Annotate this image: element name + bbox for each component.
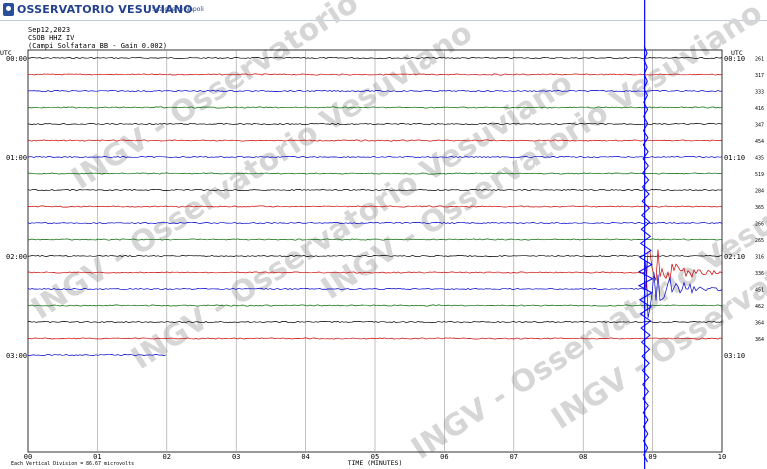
right-trace-value: 364 — [755, 321, 764, 327]
x-tick-label: 02 — [163, 453, 171, 461]
right-trace-value: 462 — [755, 304, 764, 310]
right-trace-value: 284 — [755, 189, 764, 195]
right-trace-value: 347 — [755, 123, 764, 129]
right-time-label: 00:10 — [724, 55, 745, 63]
right-trace-value: 265 — [755, 238, 764, 244]
x-tick-label: 01 — [93, 453, 101, 461]
right-trace-value: 435 — [755, 156, 764, 162]
right-time-label: 03:10 — [724, 352, 745, 360]
right-time-label: 02:10 — [724, 253, 745, 261]
left-time-label: 02:00 — [6, 253, 27, 261]
right-trace-value: 266 — [755, 222, 764, 228]
x-tick-label: 00 — [24, 453, 32, 461]
vertical-division-value: 86.67 microvolts — [86, 461, 135, 467]
right-trace-value: 317 — [755, 73, 764, 79]
right-trace-value: 451 — [755, 288, 764, 294]
right-trace-value: 333 — [755, 90, 764, 96]
right-trace-value: 336 — [755, 271, 764, 277]
right-trace-value: 416 — [755, 106, 764, 112]
left-time-label: 01:00 — [6, 154, 27, 162]
right-trace-value: 316 — [755, 255, 764, 261]
seismogram-plot: INGV - Osservatorio VesuvianoINGV - Osse… — [0, 0, 767, 469]
x-tick-label: 03 — [232, 453, 240, 461]
x-tick-label: 10 — [718, 453, 726, 461]
right-trace-value: 519 — [755, 172, 764, 178]
x-tick-label: 08 — [579, 453, 587, 461]
x-tick-label: 06 — [440, 453, 448, 461]
x-axis-title: TIME (MINUTES) — [348, 459, 403, 467]
right-trace-value: 454 — [755, 139, 764, 145]
right-trace-value: 365 — [755, 205, 764, 211]
x-tick-label: 04 — [301, 453, 309, 461]
right-time-label: 01:10 — [724, 154, 745, 162]
x-tick-label: 09 — [648, 453, 656, 461]
left-time-label: 03:00 — [6, 352, 27, 360]
right-trace-value: 261 — [755, 57, 764, 63]
x-tick-label: 07 — [510, 453, 518, 461]
left-time-label: 00:00 — [6, 55, 27, 63]
vertical-division-legend: Each Vertical Division = — [11, 461, 84, 467]
right-trace-value: 364 — [755, 337, 764, 343]
